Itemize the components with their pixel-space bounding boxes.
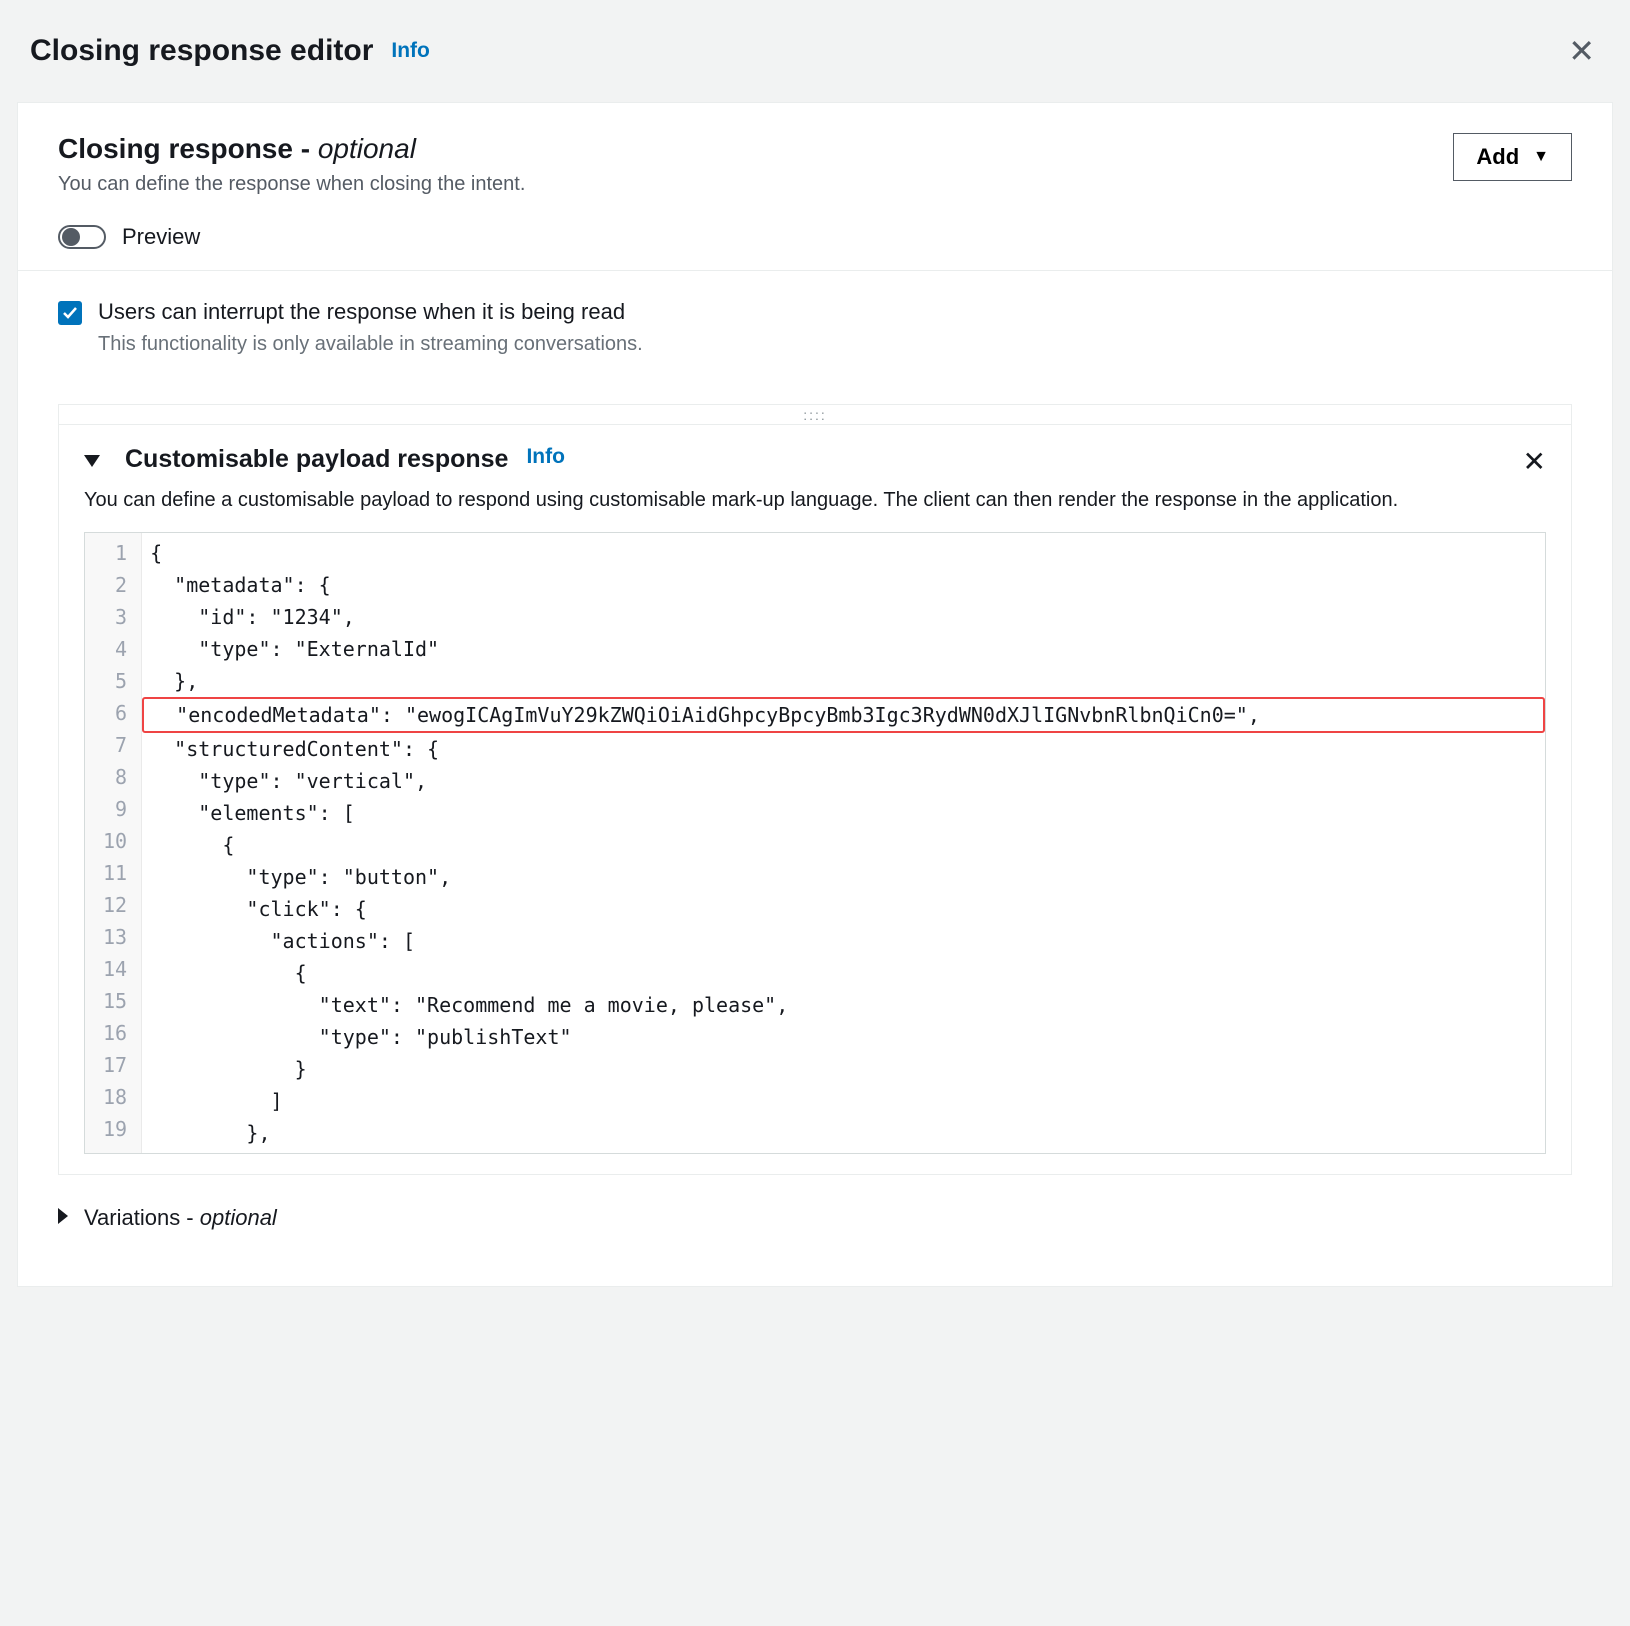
payload-info-link[interactable]: Info: [526, 445, 564, 469]
preview-label: Preview: [122, 224, 200, 250]
collapse-icon[interactable]: [84, 451, 100, 475]
check-icon: [62, 305, 78, 321]
panel-title-prefix: Closing response -: [58, 133, 318, 164]
code-line[interactable]: "metadata": {: [142, 569, 1545, 601]
variations-label: Variations - optional: [84, 1205, 277, 1231]
code-gutter: 12345678910111213141516171819: [85, 533, 142, 1153]
toggle-knob: [62, 228, 80, 246]
code-line[interactable]: "click": {: [142, 893, 1545, 925]
code-line[interactable]: },: [142, 1117, 1545, 1149]
panel-header-row: Closing response - optional You can defi…: [58, 133, 1572, 196]
modal-header: Closing response editor Info ✕: [15, 15, 1615, 102]
payload-description: You can define a customisable payload to…: [59, 478, 1571, 532]
payload-sub-panel: :::: Customisable payload response Info …: [58, 404, 1572, 1175]
panel-title-wrap: Closing response - optional You can defi…: [58, 133, 525, 196]
code-line[interactable]: {: [142, 957, 1545, 989]
code-line[interactable]: ]: [142, 1085, 1545, 1117]
modal-title: Closing response editor: [30, 34, 373, 68]
preview-row: Preview: [58, 224, 1572, 250]
expand-icon[interactable]: [58, 1206, 70, 1230]
panel-title: Closing response - optional: [58, 133, 525, 165]
panel-title-optional: optional: [318, 133, 416, 164]
close-icon[interactable]: ✕: [1563, 30, 1600, 72]
drag-handle[interactable]: ::::: [59, 405, 1571, 425]
payload-header: Customisable payload response Info ✕: [59, 425, 1571, 478]
variations-label-optional: optional: [200, 1205, 277, 1230]
payload-title: Customisable payload response: [125, 445, 508, 474]
modal-info-link[interactable]: Info: [391, 39, 429, 63]
closing-response-panel: Closing response - optional You can defi…: [17, 102, 1613, 1287]
code-line[interactable]: "text": "Recommend me a movie, please",: [142, 989, 1545, 1021]
code-line[interactable]: "type": "vertical",: [142, 765, 1545, 797]
preview-toggle[interactable]: [58, 225, 106, 249]
code-line[interactable]: "type": "publishText": [142, 1021, 1545, 1053]
code-line[interactable]: "elements": [: [142, 797, 1545, 829]
code-line[interactable]: "id": "1234",: [142, 601, 1545, 633]
add-button[interactable]: Add ▼: [1453, 133, 1572, 181]
closing-response-editor-modal: Closing response editor Info ✕ Closing r…: [0, 0, 1630, 1312]
code-line[interactable]: {: [142, 829, 1545, 861]
code-line[interactable]: "actions": [: [142, 925, 1545, 957]
interrupt-description: This functionality is only available in …: [98, 333, 1572, 356]
code-line[interactable]: "type": "button",: [142, 861, 1545, 893]
panel-header: Closing response - optional You can defi…: [18, 103, 1612, 271]
code-editor[interactable]: 12345678910111213141516171819 { "metadat…: [84, 532, 1546, 1154]
code-line[interactable]: "type": "ExternalId": [142, 633, 1545, 665]
payload-close-icon[interactable]: ✕: [1523, 445, 1546, 478]
chevron-down-icon: ▼: [1533, 148, 1549, 166]
interrupt-checkbox-row: Users can interrupt the response when it…: [58, 299, 1572, 325]
code-line[interactable]: },: [142, 665, 1545, 697]
add-button-label: Add: [1476, 144, 1519, 170]
interrupt-checkbox[interactable]: [58, 301, 82, 325]
panel-description: You can define the response when closing…: [58, 173, 525, 196]
code-line[interactable]: "structuredContent": {: [142, 733, 1545, 765]
code-line[interactable]: {: [142, 537, 1545, 569]
variations-row: Variations - optional: [18, 1175, 1612, 1286]
variations-label-prefix: Variations -: [84, 1205, 200, 1230]
interrupt-section: Users can interrupt the response when it…: [18, 271, 1612, 384]
code-line[interactable]: }: [142, 1053, 1545, 1085]
interrupt-label: Users can interrupt the response when it…: [98, 299, 625, 325]
code-line[interactable]: "encodedMetadata": "ewogICAgImVuY29kZWQi…: [142, 697, 1545, 733]
code-body[interactable]: { "metadata": { "id": "1234", "type": "E…: [142, 533, 1545, 1153]
